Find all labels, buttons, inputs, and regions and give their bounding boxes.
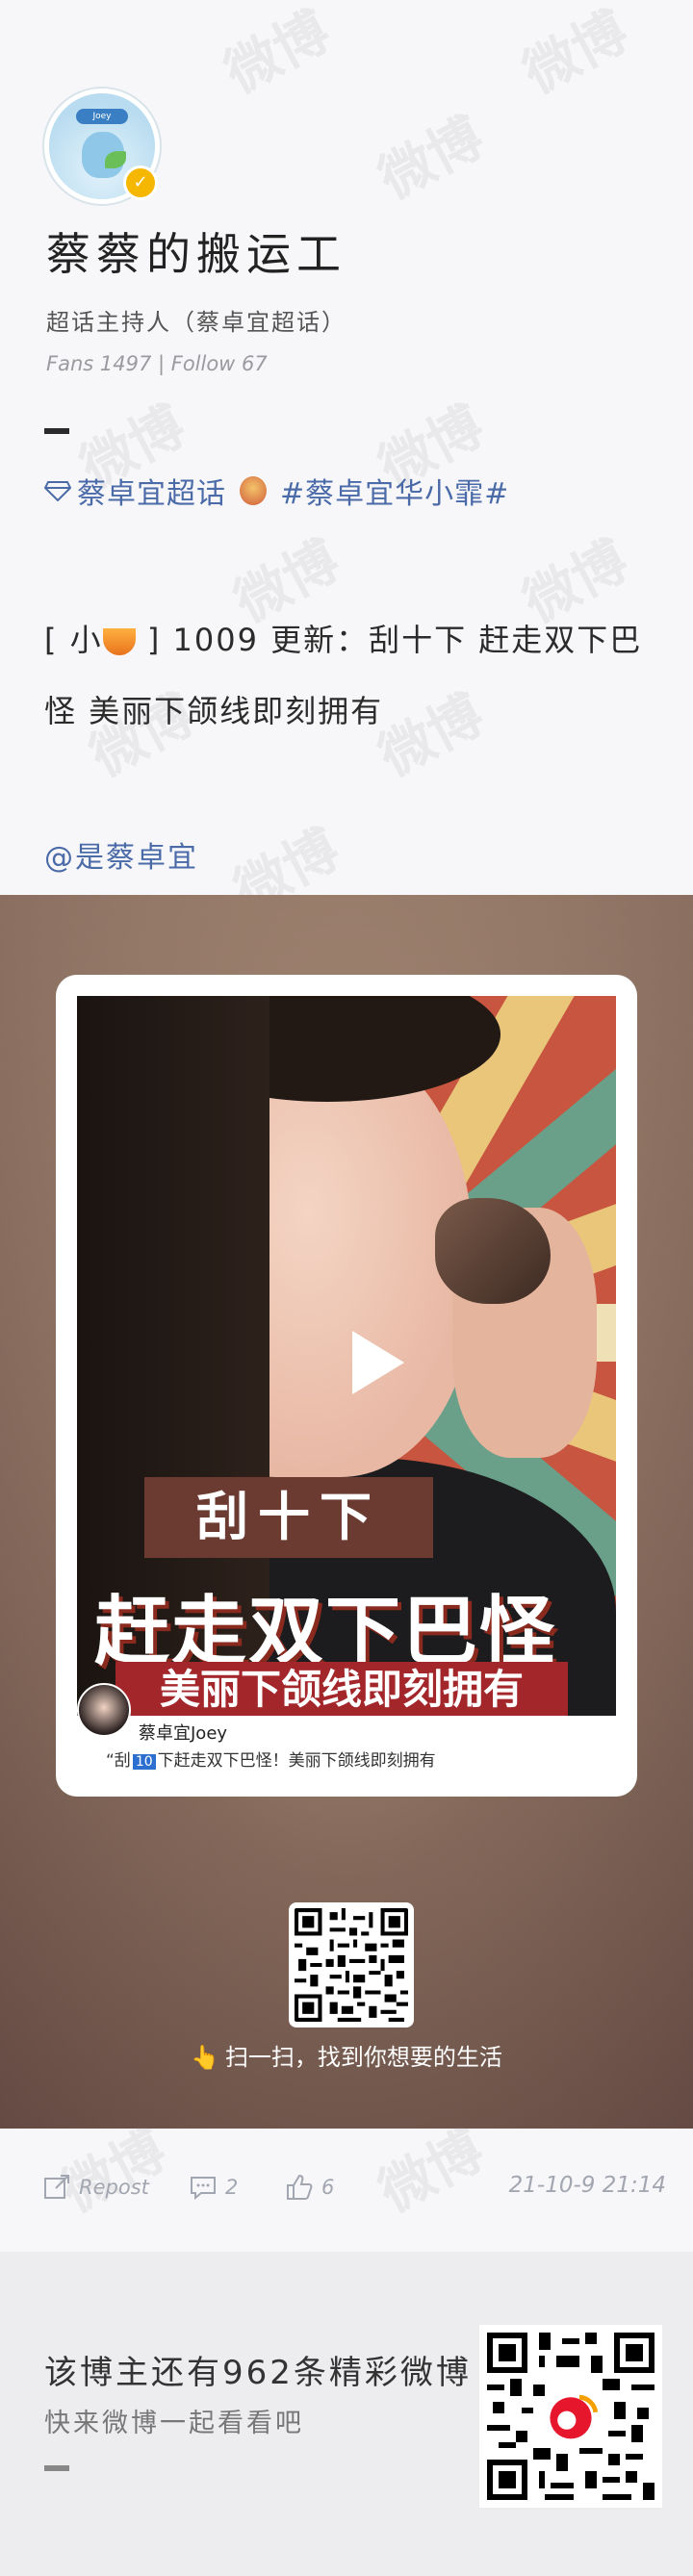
super-topic-link[interactable]: 蔡卓宜超话 (77, 470, 226, 512)
user-role: 超话主持人（蔡卓宜超话） (46, 309, 346, 336)
post-text-prefix: [ 小 (44, 622, 103, 658)
comment-icon (191, 2177, 216, 2201)
footer-promo: 该博主还有962条精彩微博 快来微博一起看看吧 (0, 2252, 693, 2576)
username[interactable]: 蔡蔡的搬运工 (46, 219, 346, 283)
footer-qr-code (479, 2325, 662, 2508)
topic-emoji-icon (240, 476, 267, 505)
watermark: 微博 (513, 0, 639, 106)
video-title-sub: 美丽下颌线即刻拥有 (116, 1662, 568, 1716)
comment-button[interactable]: 2 (189, 2173, 238, 2202)
watermark: 微博 (369, 105, 495, 212)
comment-count: 2 (225, 2176, 239, 2199)
scan-prompt: 👆 扫一扫，找到你想要的生活 (0, 2038, 693, 2072)
profile-header: 微博 微博 微博 微博 微博 微博 微博 微博 微博 微博 Joey ✓ 蔡蔡的… (0, 0, 693, 924)
video-card[interactable]: 刮十下 赶走双下巴怪 美丽下颌线即刻拥有 蔡卓宜Joey “刮 10 下赶走双下巴怪… (56, 975, 637, 1797)
verified-badge-icon: ✓ (123, 166, 158, 200)
topic-tags: 蔡卓宜超话 #蔡卓宜华小霏# (44, 470, 509, 512)
hashtag-link[interactable]: #蔡卓宜华小霏# (280, 470, 509, 512)
fans-follow-stats: Fans 1497 | Follow 67 (46, 352, 268, 375)
post-text: [ 小 ] 1009 更新：刮十下 赶走双下巴怪 美丽下颌线即刻拥有 (44, 604, 651, 747)
super-topic-diamond-icon (44, 481, 71, 501)
divider (44, 2465, 69, 2471)
video-cover[interactable]: 刮十下 赶走双下巴怪 美丽下颌线即刻拥有 (77, 996, 616, 1716)
avatar-label: Joey (76, 109, 128, 124)
video-title-small: 刮十下 (144, 1477, 433, 1558)
footer-sub-text: 快来微博一起看看吧 (44, 2409, 304, 2438)
video-author-name[interactable]: 蔡卓宜Joey (139, 1720, 227, 1745)
qr-code (289, 1902, 414, 2028)
play-icon[interactable] (329, 1319, 416, 1406)
repost-icon (44, 2175, 69, 2199)
video-description: “刮 10 下赶走双下巴怪！美丽下颌线即刻拥有 (106, 1747, 436, 1771)
thumbs-up-icon (287, 2174, 313, 2200)
video-share-panel: 刮十下 赶走双下巴怪 美丽下颌线即刻拥有 蔡卓宜Joey “刮 10 下赶走双下巴怪… (0, 895, 693, 2129)
footer-main-text: 该博主还有962条精彩微博 (44, 2354, 472, 2392)
repost-label: Repost (79, 2176, 149, 2199)
video-desc-prefix: “刮 (106, 1751, 131, 1771)
video-author-avatar[interactable] (77, 1683, 131, 1737)
video-desc-suffix: 下赶走双下巴怪！美丽下颌线即刻拥有 (157, 1751, 436, 1771)
watermark: 微博 (215, 0, 341, 106)
like-button[interactable]: 6 (285, 2173, 334, 2202)
mention-link[interactable]: @是蔡卓宜 (44, 833, 198, 876)
repost-button[interactable]: Repost (42, 2173, 149, 2202)
pointing-hand-icon: 👆 (191, 2044, 219, 2071)
action-bar: 微博 微博 Repost 2 6 21-10-9 21:14 (0, 2119, 693, 2252)
trophy-emoji-icon (102, 628, 136, 655)
like-count: 6 (321, 2176, 335, 2199)
post-timestamp: 21-10-9 21:14 (508, 2173, 666, 2198)
scan-text: 扫一扫，找到你想要的生活 (224, 2044, 502, 2071)
divider (44, 428, 69, 434)
video-desc-number: 10 (132, 1754, 156, 1770)
